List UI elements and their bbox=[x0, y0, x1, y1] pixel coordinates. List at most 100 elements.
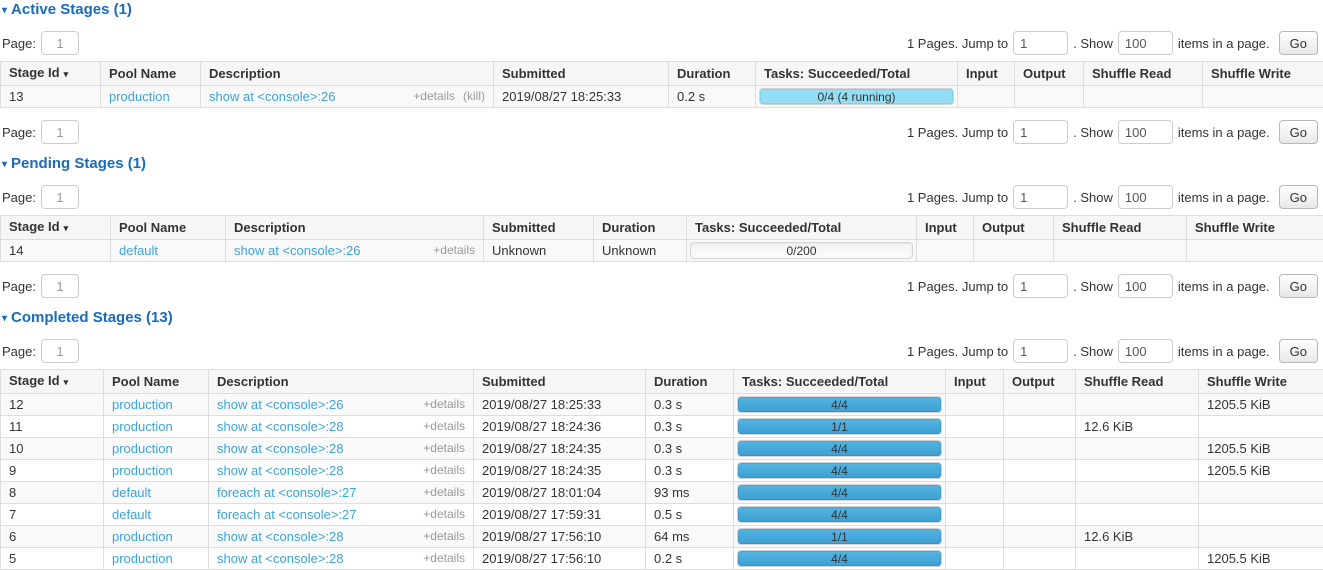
show-count-input[interactable] bbox=[1118, 274, 1173, 298]
duration-cell: 64 ms bbox=[646, 526, 734, 548]
pool-name-link[interactable]: production bbox=[112, 551, 173, 566]
col-header-pool-name[interactable]: Pool Name bbox=[101, 62, 201, 86]
pool-name-link[interactable]: default bbox=[119, 243, 158, 258]
col-header-input[interactable]: Input bbox=[958, 62, 1015, 86]
col-header-shuffle-write[interactable]: Shuffle Write bbox=[1187, 216, 1323, 240]
col-header-output[interactable]: Output bbox=[1015, 62, 1084, 86]
col-header-description[interactable]: Description bbox=[209, 370, 474, 394]
go-button[interactable]: Go bbox=[1279, 185, 1318, 209]
page-number-input[interactable] bbox=[41, 120, 79, 144]
col-header-input[interactable]: Input bbox=[917, 216, 974, 240]
details-link[interactable]: +details bbox=[423, 396, 465, 413]
pending-stages-heading[interactable]: ▾Pending Stages (1) bbox=[2, 156, 1323, 173]
show-count-input[interactable] bbox=[1118, 185, 1173, 209]
col-header-shuffle-write[interactable]: Shuffle Write bbox=[1199, 370, 1323, 394]
description-wrap: show at <console>:26 +details (kill) bbox=[209, 88, 485, 105]
jump-to-input[interactable] bbox=[1013, 274, 1068, 298]
details-link[interactable]: +details bbox=[423, 440, 465, 457]
page-number-input[interactable] bbox=[41, 185, 79, 209]
col-header-output[interactable]: Output bbox=[974, 216, 1054, 240]
show-count-input[interactable] bbox=[1118, 339, 1173, 363]
col-header-pool-name[interactable]: Pool Name bbox=[104, 370, 209, 394]
description-link[interactable]: foreach at <console>:27 bbox=[217, 506, 357, 523]
description-actions: +details bbox=[423, 506, 465, 523]
output-cell bbox=[1004, 504, 1076, 526]
pool-name-link[interactable]: production bbox=[112, 441, 173, 456]
col-header-pool-name[interactable]: Pool Name bbox=[111, 216, 226, 240]
details-link[interactable]: +details bbox=[423, 418, 465, 435]
description-link[interactable]: show at <console>:28 bbox=[217, 528, 343, 545]
page-label: Page: bbox=[2, 279, 36, 294]
col-header-shuffle-read[interactable]: Shuffle Read bbox=[1084, 62, 1203, 86]
col-header-duration[interactable]: Duration bbox=[646, 370, 734, 394]
pool-name-link[interactable]: production bbox=[112, 397, 173, 412]
col-header-tasks[interactable]: Tasks: Succeeded/Total bbox=[687, 216, 917, 240]
description-link[interactable]: show at <console>:28 bbox=[217, 440, 343, 457]
col-header-tasks[interactable]: Tasks: Succeeded/Total bbox=[756, 62, 958, 86]
details-link[interactable]: +details bbox=[423, 528, 465, 545]
col-header-shuffle-read[interactable]: Shuffle Read bbox=[1076, 370, 1199, 394]
col-header-submitted[interactable]: Submitted bbox=[484, 216, 594, 240]
details-link[interactable]: +details bbox=[423, 506, 465, 523]
col-header-submitted[interactable]: Submitted bbox=[474, 370, 646, 394]
description-link[interactable]: show at <console>:26 bbox=[234, 242, 360, 259]
show-count-input[interactable] bbox=[1118, 31, 1173, 55]
col-header-description[interactable]: Description bbox=[226, 216, 484, 240]
col-header-shuffle-write[interactable]: Shuffle Write bbox=[1203, 62, 1323, 86]
details-link[interactable]: +details bbox=[433, 242, 475, 259]
page-number-input[interactable] bbox=[41, 274, 79, 298]
shuffle-read-cell bbox=[1076, 548, 1199, 570]
go-button[interactable]: Go bbox=[1279, 274, 1318, 298]
go-button[interactable]: Go bbox=[1279, 31, 1318, 55]
description-link[interactable]: show at <console>:28 bbox=[217, 550, 343, 567]
col-header-duration[interactable]: Duration bbox=[669, 62, 756, 86]
shuffle-write-cell: 1205.5 KiB bbox=[1199, 548, 1323, 570]
go-button[interactable]: Go bbox=[1279, 120, 1318, 144]
col-header-duration[interactable]: Duration bbox=[594, 216, 687, 240]
description-link[interactable]: show at <console>:26 bbox=[217, 396, 343, 413]
active-stages-heading[interactable]: ▾Active Stages (1) bbox=[2, 2, 1323, 19]
page-number-input[interactable] bbox=[41, 31, 79, 55]
col-header-stage-id[interactable]: Stage Id▾ bbox=[1, 216, 111, 240]
col-header-submitted[interactable]: Submitted bbox=[494, 62, 669, 86]
col-header-description[interactable]: Description bbox=[201, 62, 494, 86]
completed-stages-heading[interactable]: ▾Completed Stages (13) bbox=[2, 310, 1323, 327]
pool-name-link[interactable]: default bbox=[112, 507, 151, 522]
col-header-stage-id[interactable]: Stage Id▾ bbox=[1, 62, 101, 86]
stage-id-cell: 14 bbox=[1, 240, 111, 262]
submitted-cell: 2019/08/27 18:01:04 bbox=[474, 482, 646, 504]
description-link[interactable]: foreach at <console>:27 bbox=[217, 484, 357, 501]
col-header-shuffle-read[interactable]: Shuffle Read bbox=[1054, 216, 1187, 240]
kill-link[interactable]: (kill) bbox=[463, 88, 485, 105]
jump-to-input[interactable] bbox=[1013, 31, 1068, 55]
details-link[interactable]: +details bbox=[423, 484, 465, 501]
description-cell: show at <console>:28 +details bbox=[209, 460, 474, 482]
page-number-input[interactable] bbox=[41, 339, 79, 363]
description-link[interactable]: show at <console>:28 bbox=[217, 462, 343, 479]
col-header-stage-id[interactable]: Stage Id▾ bbox=[1, 370, 104, 394]
description-cell: show at <console>:26 +details (kill) bbox=[201, 86, 494, 108]
col-header-output[interactable]: Output bbox=[1004, 370, 1076, 394]
pool-name-link[interactable]: production bbox=[112, 419, 173, 434]
pool-name-link[interactable]: production bbox=[109, 89, 170, 104]
jump-to-input[interactable] bbox=[1013, 339, 1068, 363]
details-link[interactable]: +details bbox=[423, 462, 465, 479]
output-cell bbox=[1004, 548, 1076, 570]
description-link[interactable]: show at <console>:28 bbox=[217, 418, 343, 435]
details-link[interactable]: +details bbox=[423, 550, 465, 567]
pool-name-link[interactable]: default bbox=[112, 485, 151, 500]
submitted-cell: 2019/08/27 18:24:36 bbox=[474, 416, 646, 438]
details-link[interactable]: +details bbox=[413, 88, 455, 105]
active-bottom-pager: Page: 1 Pages. Jump to . Show items in a… bbox=[2, 120, 1318, 144]
col-header-input[interactable]: Input bbox=[946, 370, 1004, 394]
jump-to-input[interactable] bbox=[1013, 185, 1068, 209]
show-count-input[interactable] bbox=[1118, 120, 1173, 144]
description-link[interactable]: show at <console>:26 bbox=[209, 88, 335, 105]
col-header-tasks[interactable]: Tasks: Succeeded/Total bbox=[734, 370, 946, 394]
description-actions: +details bbox=[423, 462, 465, 479]
go-button[interactable]: Go bbox=[1279, 339, 1318, 363]
pool-name-link[interactable]: production bbox=[112, 529, 173, 544]
pool-name-link[interactable]: production bbox=[112, 463, 173, 478]
jump-to-input[interactable] bbox=[1013, 120, 1068, 144]
pool-name-cell: production bbox=[104, 548, 209, 570]
